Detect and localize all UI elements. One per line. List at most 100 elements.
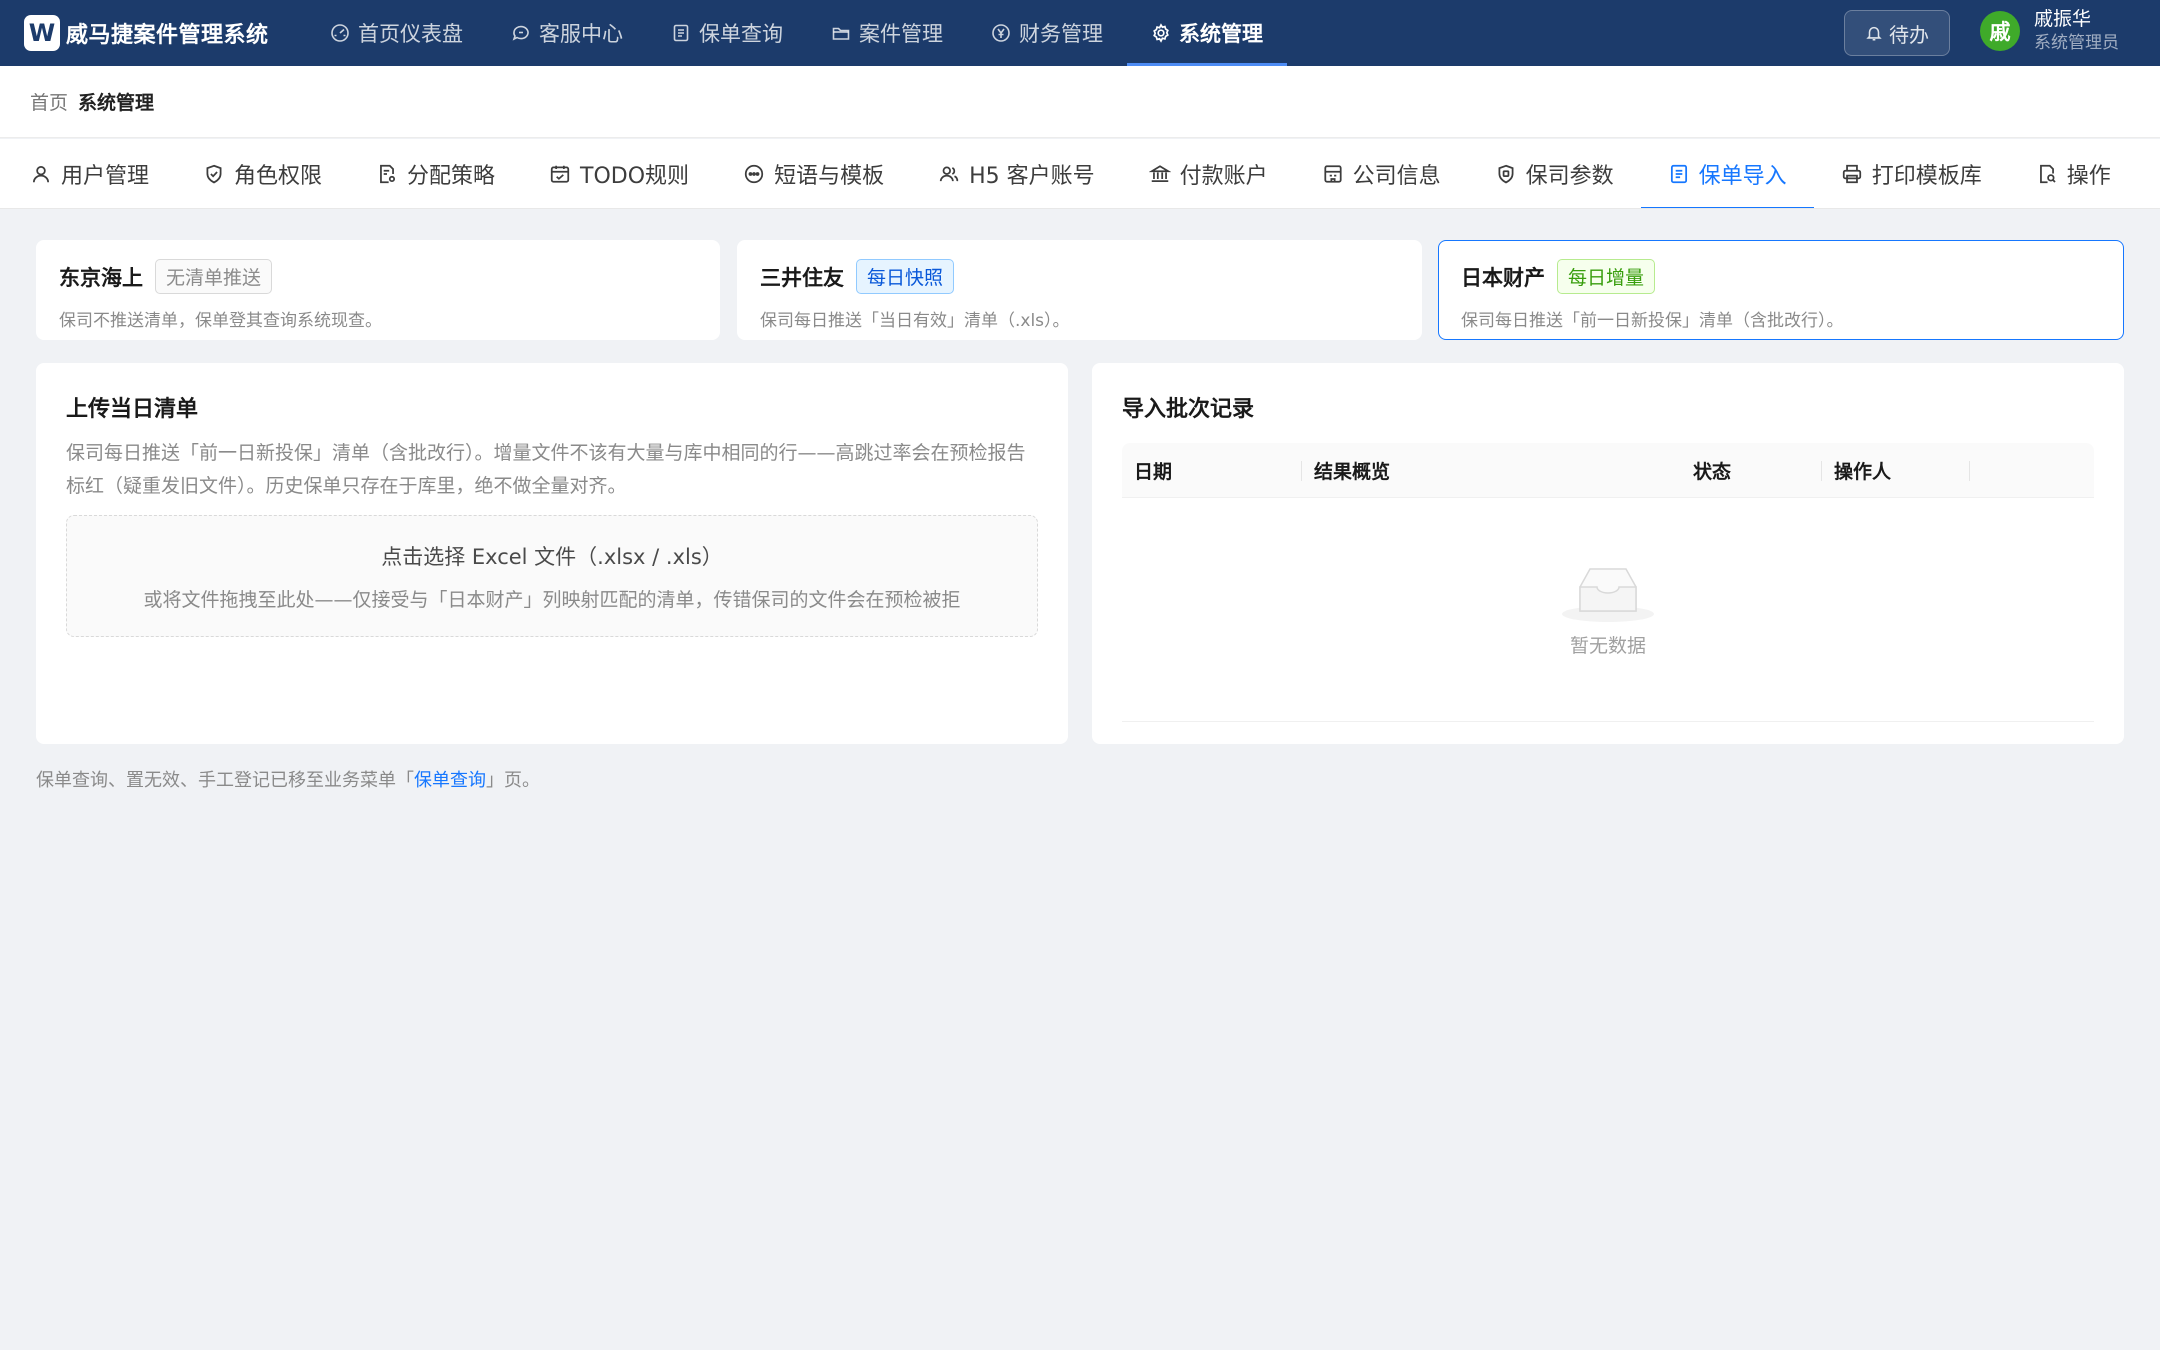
tab-label: 公司信息 bbox=[1352, 164, 1441, 189]
upload-description: 保司每日推送「前一日新投保」清单（含批改行）。增量文件不该有大量与库中相同的行—… bbox=[66, 442, 1026, 497]
tab-label: 短语与模板 bbox=[774, 164, 885, 189]
nav-item-label: 首页仪表盘 bbox=[358, 22, 463, 46]
document-list-icon bbox=[1668, 163, 1690, 185]
import-records-panel: 导入批次记录 日期 结果概览 状态 操作人 暂无数据 bbox=[1092, 363, 2124, 744]
nav-item-label: 财务管理 bbox=[1019, 22, 1103, 46]
breadcrumb: 首页 系统管理 bbox=[0, 66, 2160, 138]
app-title: 威马捷案件管理系统 bbox=[66, 23, 269, 48]
chat-icon bbox=[511, 23, 531, 43]
tab-label: 操作 bbox=[2066, 164, 2111, 189]
tab-label: 用户管理 bbox=[61, 164, 150, 189]
tab-label: 保司参数 bbox=[1525, 164, 1614, 189]
column-header-summary: 结果概览 bbox=[1314, 460, 1391, 483]
shield-badge-icon bbox=[1495, 163, 1517, 185]
message-dots-icon bbox=[743, 163, 765, 185]
users-icon bbox=[938, 163, 960, 185]
nav-item-policy-query[interactable]: 保单查询 bbox=[647, 0, 807, 66]
tab-insurer-params[interactable]: 保司参数 bbox=[1468, 139, 1641, 208]
panel-title: 上传当日清单 bbox=[66, 397, 199, 422]
column-header-date: 日期 bbox=[1122, 443, 1302, 498]
user-name: 戚振华 bbox=[2034, 8, 2092, 30]
tab-label: 付款账户 bbox=[1179, 164, 1268, 189]
file-search-icon bbox=[2036, 163, 2058, 185]
breadcrumb-current: 系统管理 bbox=[78, 92, 155, 114]
folder-icon bbox=[831, 23, 851, 43]
tab-label: 保单导入 bbox=[1698, 164, 1787, 189]
nav-item-system[interactable]: 系统管理 bbox=[1127, 0, 1287, 66]
tab-label: H5 客户账号 bbox=[969, 164, 1095, 189]
policy-query-link[interactable]: 保单查询 bbox=[414, 770, 486, 791]
todo-label: 待办 bbox=[1889, 22, 1929, 47]
tab-label: 角色权限 bbox=[234, 164, 323, 189]
tab-user-management[interactable]: 用户管理 bbox=[0, 139, 176, 208]
user-menu[interactable]: 戚 戚振华 系统管理员 bbox=[1980, 8, 2119, 53]
nav-item-service[interactable]: 客服中心 bbox=[487, 0, 647, 66]
tab-role-permissions[interactable]: 角色权限 bbox=[176, 139, 349, 208]
empty-state: 暂无数据 bbox=[1122, 498, 2094, 722]
tab-policy-import[interactable]: 保单导入 bbox=[1640, 139, 1814, 208]
tab-label: 分配策略 bbox=[407, 164, 496, 189]
bank-icon bbox=[1148, 163, 1171, 185]
empty-inbox-icon bbox=[1560, 561, 1656, 625]
shield-check-icon bbox=[203, 163, 225, 185]
column-header-status: 状态 bbox=[1681, 443, 1822, 498]
tab-phrases-templates[interactable]: 短语与模板 bbox=[716, 139, 911, 208]
upload-panel: 上传当日清单 保司每日推送「前一日新投保」清单（含批改行）。增量文件不该有大量与… bbox=[36, 363, 1068, 744]
todo-button[interactable]: 待办 bbox=[1844, 10, 1950, 56]
insurer-name: 东京海上 bbox=[59, 265, 143, 290]
insurer-card-sompo-japan[interactable]: 日本财产 每日增量 保司每日推送「前一日新投保」清单（含批改行）。 bbox=[1438, 240, 2124, 340]
nav-item-case[interactable]: 案件管理 bbox=[807, 0, 967, 66]
breadcrumb-home[interactable]: 首页 bbox=[30, 88, 68, 115]
tab-label: 打印模板库 bbox=[1871, 164, 1982, 189]
nav-item-dashboard[interactable]: 首页仪表盘 bbox=[306, 0, 487, 66]
nav-item-label: 客服中心 bbox=[539, 22, 623, 46]
nav-item-finance[interactable]: 财务管理 bbox=[967, 0, 1127, 66]
column-header-operator: 操作人 bbox=[1822, 443, 1970, 498]
file-settings-icon bbox=[376, 163, 398, 185]
user-role: 系统管理员 bbox=[2034, 32, 2119, 53]
tab-assignment-strategy[interactable]: 分配策略 bbox=[349, 139, 522, 208]
panel-title: 导入批次记录 bbox=[1122, 397, 1255, 422]
status-badge: 每日增量 bbox=[1557, 259, 1656, 294]
status-badge: 每日快照 bbox=[856, 259, 955, 294]
building-icon bbox=[1322, 163, 1344, 185]
printer-icon bbox=[1841, 163, 1863, 185]
dashboard-icon bbox=[330, 23, 350, 43]
insurer-name: 日本财产 bbox=[1461, 265, 1545, 290]
calendar-check-icon bbox=[549, 163, 571, 185]
file-dropzone[interactable]: 点击选择 Excel 文件（.xlsx / .xls） 或将文件拖拽至此处——仅… bbox=[66, 515, 1038, 637]
tab-print-templates[interactable]: 打印模板库 bbox=[1814, 139, 2009, 208]
app-logo-icon: W bbox=[24, 15, 60, 51]
insurer-desc: 保司每日推送「前一日新投保」清单（含批改行）。 bbox=[1461, 311, 1844, 331]
top-bar: W 威马捷案件管理系统 首页仪表盘 客服中心 保单查询 案件管理 财务管理 系统… bbox=[0, 0, 2160, 66]
dropzone-hint: 或将文件拖拽至此处——仅接受与「日本财产」列映射匹配的清单，传错保司的文件会在预… bbox=[143, 588, 961, 611]
insurer-name: 三井住友 bbox=[760, 265, 844, 290]
status-badge: 无清单推送 bbox=[155, 259, 273, 294]
insurer-card-tokio-marine[interactable]: 东京海上 无清单推送 保司不推送清单，保单登其查询系统现查。 bbox=[36, 240, 720, 340]
tab-company-info[interactable]: 公司信息 bbox=[1295, 139, 1468, 208]
insurer-desc: 保司不推送清单，保单登其查询系统现查。 bbox=[59, 311, 382, 331]
footnote-prefix: 保单查询、置无效、手工登记已移至业务菜单「 bbox=[36, 770, 414, 791]
bell-icon bbox=[1865, 24, 1883, 42]
tab-operation-log[interactable]: 操作 bbox=[2009, 139, 2138, 208]
dropzone-main-text: 点击选择 Excel 文件（.xlsx / .xls） bbox=[381, 544, 723, 569]
avatar: 戚 bbox=[1980, 10, 2020, 51]
nav-item-label: 系统管理 bbox=[1179, 22, 1263, 46]
empty-text: 暂无数据 bbox=[1569, 635, 1646, 657]
nav-item-label: 保单查询 bbox=[699, 22, 783, 46]
brand[interactable]: W 威马捷案件管理系统 bbox=[24, 15, 306, 51]
insurer-card-mitsui-sumitomo[interactable]: 三井住友 每日快照 保司每日推送「当日有效」清单（.xls）。 bbox=[737, 240, 1422, 340]
main-nav: 首页仪表盘 客服中心 保单查询 案件管理 财务管理 系统管理 bbox=[306, 0, 1287, 66]
tab-h5-accounts[interactable]: H5 客户账号 bbox=[911, 139, 1122, 208]
insurer-desc: 保司每日推送「当日有效」清单（.xls）。 bbox=[760, 311, 1070, 331]
tab-label: TODO规则 bbox=[580, 164, 690, 189]
yen-circle-icon bbox=[991, 23, 1011, 43]
gear-icon bbox=[1151, 23, 1171, 43]
table-header: 日期 结果概览 状态 操作人 bbox=[1122, 443, 2094, 498]
tab-payment-accounts[interactable]: 付款账户 bbox=[1122, 139, 1295, 208]
footnote-suffix: 」页。 bbox=[486, 770, 540, 791]
document-list-icon bbox=[671, 23, 691, 43]
tab-todo-rules[interactable]: TODO规则 bbox=[522, 139, 716, 208]
user-icon bbox=[30, 163, 52, 185]
footnote: 保单查询、置无效、手工登记已移至业务菜单「保单查询」页。 bbox=[36, 766, 540, 792]
